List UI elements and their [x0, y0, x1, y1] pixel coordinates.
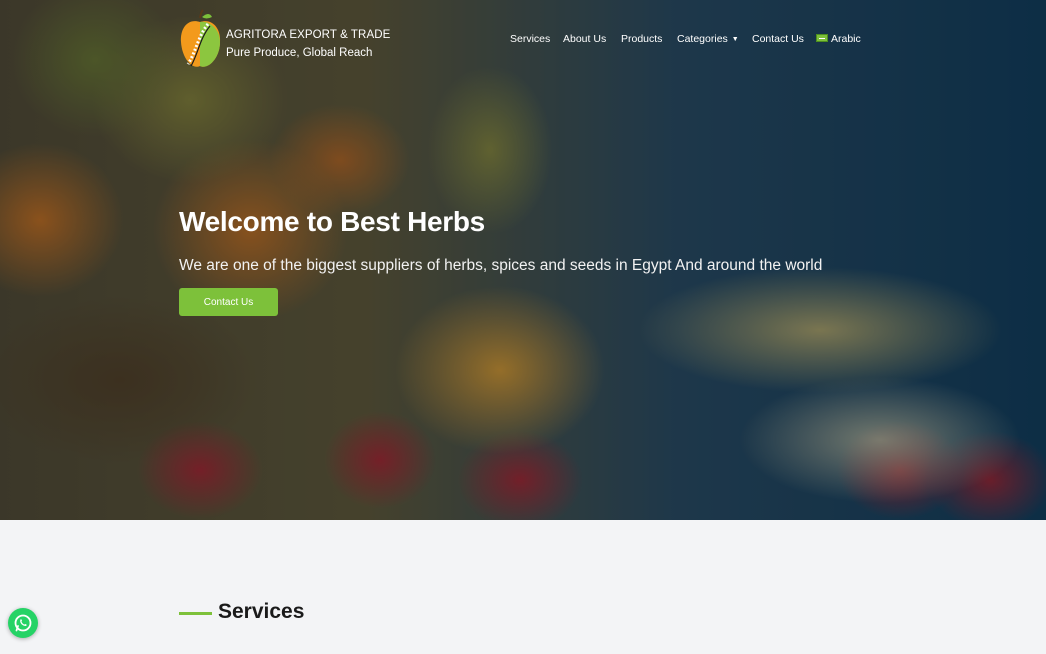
brand-tagline: Pure Produce, Global Reach [226, 47, 373, 59]
caret-down-icon: ▼ [731, 36, 739, 43]
services-heading: Services [218, 600, 305, 623]
navbar: AGRITORA EXPORT & TRADE Pure Produce, Gl… [0, 0, 1046, 80]
nav-categories-label: Categories [677, 33, 728, 45]
nav-language-arabic[interactable]: Arabic [816, 33, 861, 45]
apple-logo-icon[interactable] [178, 8, 224, 72]
nav-products[interactable]: Products [621, 33, 662, 45]
nav-categories-dropdown[interactable]: Categories ▼ [677, 33, 739, 45]
saudi-flag-icon [816, 34, 828, 42]
brand-name[interactable]: AGRITORA EXPORT & TRADE [226, 29, 390, 41]
nav-about-us[interactable]: About Us [563, 33, 606, 45]
whatsapp-icon [14, 614, 32, 632]
nav-arabic-label: Arabic [831, 33, 861, 45]
hero-title: Welcome to Best Herbs [179, 206, 485, 237]
nav-services[interactable]: Services [510, 33, 550, 45]
hero-contact-button[interactable]: Contact Us [179, 288, 278, 316]
nav-contact-us[interactable]: Contact Us [752, 33, 804, 45]
hero-section: AGRITORA EXPORT & TRADE Pure Produce, Gl… [0, 0, 1046, 520]
whatsapp-button[interactable] [8, 608, 38, 638]
hero-subtitle: We are one of the biggest suppliers of h… [179, 257, 823, 274]
services-heading-accent-bar [179, 612, 212, 615]
